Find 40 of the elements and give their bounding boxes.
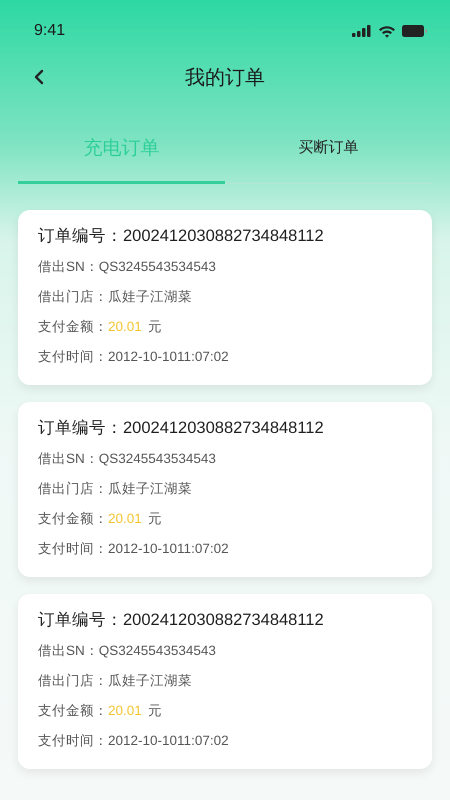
order-card[interactable]: 订单编号：2002412030882734848112 借出SN：QS3245543534543 借出门店：瓜娃子江湖菜 支付金额：20.01 元 支付时间：2012-10-1011:07:02 bbox=[18, 210, 432, 385]
back-icon[interactable] bbox=[34, 69, 44, 85]
field-value: QS3245543534543 bbox=[98, 450, 216, 468]
field-label: 借出SN： bbox=[38, 642, 99, 660]
order-number: 订单编号：2002412030882734848112 bbox=[38, 226, 325, 247]
field-value: 瓜娃子江湖菜 bbox=[108, 288, 192, 306]
wifi-icon bbox=[378, 24, 396, 38]
currency-unit: 元 bbox=[148, 510, 162, 528]
field-value: QS3245543534543 bbox=[98, 642, 216, 660]
field-label: 借出SN： bbox=[38, 450, 99, 468]
order-number: 订单编号：2002412030882734848112 bbox=[38, 418, 325, 439]
amount-value: 20.01 bbox=[108, 318, 142, 336]
field-value: 2012-10-1011:07:02 bbox=[108, 732, 229, 750]
field-label: 支付金额： bbox=[38, 510, 108, 528]
field-label: 借出门店： bbox=[38, 480, 108, 498]
field-value: 瓜娃子江湖菜 bbox=[108, 672, 192, 690]
currency-unit: 元 bbox=[148, 702, 162, 720]
field-value: 2012-10-1011:07:02 bbox=[108, 540, 229, 558]
amount-value: 20.01 bbox=[108, 510, 142, 528]
field-label: 借出门店： bbox=[38, 288, 108, 306]
currency-unit: 元 bbox=[148, 318, 162, 336]
order-tab[interactable]: 买断订单 bbox=[225, 122, 432, 184]
amount-value: 20.01 bbox=[108, 702, 142, 720]
field-value: 2012-10-1011:07:02 bbox=[108, 348, 229, 366]
field-label: 支付时间： bbox=[38, 732, 108, 750]
field-value: 瓜娃子江湖菜 bbox=[108, 480, 192, 498]
battery-icon bbox=[402, 25, 428, 37]
field-label: 支付时间： bbox=[38, 348, 108, 366]
field-value: QS3245543534543 bbox=[98, 258, 216, 276]
field-label: 借出SN： bbox=[38, 258, 99, 276]
field-label: 支付金额： bbox=[38, 702, 108, 720]
status-time: 9:41 bbox=[34, 22, 66, 40]
field-label: 借出门店： bbox=[38, 672, 108, 690]
signal-icon bbox=[352, 25, 372, 37]
field-label: 支付金额： bbox=[38, 318, 108, 336]
order-card[interactable]: 订单编号：2002412030882734848112 借出SN：QS3245543534543 借出门店：瓜娃子江湖菜 支付金额：20.01 元 支付时间：2012-10-1011:07:02 bbox=[18, 402, 432, 577]
page-title: 我的订单 bbox=[185, 64, 265, 90]
order-card[interactable]: 订单编号：2002412030882734848112 借出SN：QS3245543534543 借出门店：瓜娃子江湖菜 支付金额：20.01 元 支付时间：2012-10-1011:07:02 bbox=[18, 594, 432, 769]
order-number: 订单编号：2002412030882734848112 bbox=[38, 610, 325, 631]
field-label: 支付时间： bbox=[38, 540, 108, 558]
